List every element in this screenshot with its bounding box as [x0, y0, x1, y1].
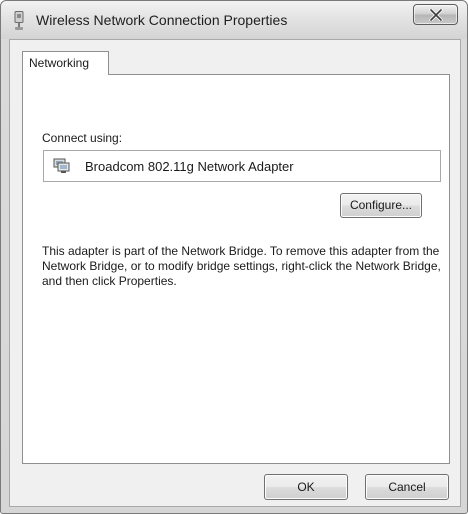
connect-using-label: Connect using:: [42, 131, 123, 145]
properties-dialog: Wireless Network Connection Properties N…: [0, 0, 468, 514]
configure-button[interactable]: Configure...: [340, 193, 422, 218]
cancel-button[interactable]: Cancel: [365, 474, 449, 500]
networking-tab-panel: Connect using: Broadcom 802.11g Network …: [22, 74, 450, 464]
close-button[interactable]: [413, 4, 458, 25]
ok-button[interactable]: OK: [264, 474, 348, 500]
title-bar[interactable]: Wireless Network Connection Properties: [1, 1, 467, 39]
tab-networking[interactable]: Networking: [22, 51, 109, 75]
dialog-body: Networking Connect using: Broadcom 802.1…: [9, 39, 461, 507]
bridge-info-text: This adapter is part of the Network Brid…: [42, 244, 441, 288]
network-connection-icon: [12, 11, 26, 31]
adapter-field: Broadcom 802.11g Network Adapter: [43, 150, 441, 182]
adapter-name: Broadcom 802.11g Network Adapter: [85, 159, 294, 174]
window-title: Wireless Network Connection Properties: [36, 12, 288, 28]
close-icon: [429, 9, 443, 21]
network-adapter-icon: [53, 158, 71, 177]
